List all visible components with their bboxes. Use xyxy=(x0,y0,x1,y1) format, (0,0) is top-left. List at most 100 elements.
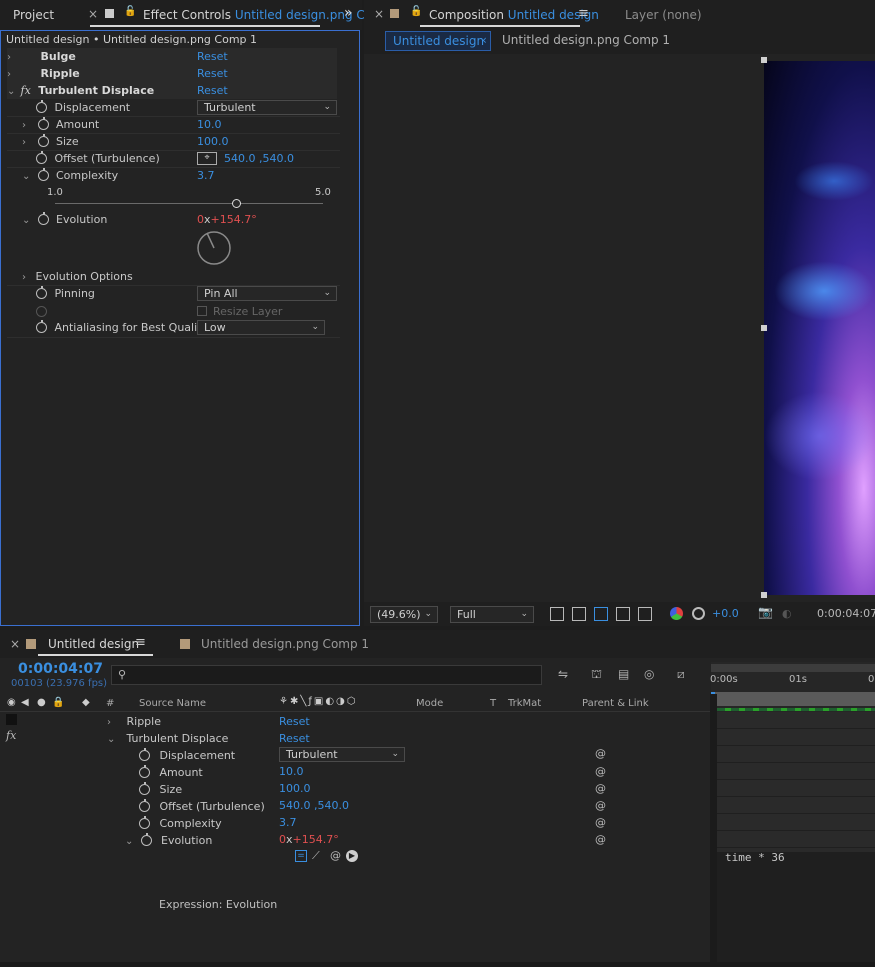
pickwhip-icon[interactable]: @ xyxy=(595,765,606,778)
lock-icon[interactable]: 🔒 xyxy=(52,697,64,708)
expression-pickwhip-icon[interactable]: @ xyxy=(330,849,341,862)
lock-icon[interactable]: 🔓 xyxy=(410,6,422,17)
resolution-dropdown[interactable]: Full ⌄ xyxy=(450,606,534,623)
tl-row-ripple[interactable]: › Ripple xyxy=(107,713,161,730)
expression-menu-icon[interactable]: ▶ xyxy=(346,850,358,862)
chevron-right-icon[interactable]: › xyxy=(22,134,32,151)
show-snapshot-icon[interactable]: ◐ xyxy=(782,607,792,620)
chevron-down-icon[interactable]: ⌄ xyxy=(7,83,17,100)
track-area[interactable] xyxy=(717,712,875,852)
stopwatch-icon[interactable] xyxy=(37,212,49,225)
tl-offset-value[interactable]: 540.0 ,540.0 xyxy=(279,797,349,814)
complexity-value[interactable]: 3.7 xyxy=(197,167,215,184)
close-icon[interactable]: × xyxy=(10,637,20,651)
frame-blend-icon[interactable]: ▤ xyxy=(618,667,629,681)
stopwatch-icon[interactable] xyxy=(140,833,152,846)
label-tag-icon[interactable]: ◆ xyxy=(82,697,90,708)
pickwhip-icon[interactable]: @ xyxy=(595,833,606,846)
stopwatch-icon[interactable] xyxy=(37,134,49,147)
reset-ripple[interactable]: Reset xyxy=(197,65,228,82)
stopwatch-icon[interactable] xyxy=(36,286,47,299)
timeline-tab-active[interactable]: Untitled design xyxy=(48,637,139,651)
channels-icon[interactable] xyxy=(670,607,683,620)
chevron-right-icon[interactable]: › xyxy=(22,269,32,286)
effect-turbulent-displace[interactable]: ⌄ fx Turbulent Displace xyxy=(7,82,337,99)
reset-bulge[interactable]: Reset xyxy=(197,48,228,65)
close-icon[interactable]: × xyxy=(374,7,384,21)
displacement-dropdown[interactable]: Turbulent ⌄ xyxy=(197,100,337,115)
lock-icon[interactable]: 🔓 xyxy=(124,6,136,17)
tl-reset-ripple[interactable]: Reset xyxy=(279,713,310,730)
expression-enable-icon[interactable]: = xyxy=(295,850,307,862)
comp-flowchart-icon[interactable]: ⇋ xyxy=(558,667,568,681)
transparency-grid-icon[interactable] xyxy=(572,607,586,621)
stopwatch-icon[interactable] xyxy=(36,151,47,164)
chevron-down-icon[interactable]: ⌄ xyxy=(22,168,32,185)
fx-icon[interactable]: fx xyxy=(6,729,16,742)
stopwatch-icon[interactable] xyxy=(139,816,150,829)
tab-project[interactable]: Project xyxy=(13,8,54,22)
stopwatch-icon[interactable] xyxy=(139,748,150,761)
close-icon[interactable]: × xyxy=(88,7,98,21)
evolution-value[interactable]: 0x+154.7° xyxy=(197,211,257,228)
tl-size-value[interactable]: 100.0 xyxy=(279,780,311,797)
tl-complexity-value[interactable]: 3.7 xyxy=(279,814,297,831)
exposure-value[interactable]: +0.0 xyxy=(712,607,739,620)
fast-preview-icon[interactable] xyxy=(550,607,564,621)
expression-code[interactable]: time * 36 xyxy=(725,851,785,864)
pickwhip-icon[interactable]: @ xyxy=(595,747,606,760)
panel-menu-icon[interactable] xyxy=(390,9,399,18)
stopwatch-icon[interactable] xyxy=(139,799,150,812)
chevron-right-icon[interactable]: › xyxy=(7,49,17,66)
antialias-dropdown[interactable]: Low ⌄ xyxy=(197,320,325,335)
fx-icon[interactable]: fx xyxy=(21,84,31,97)
tab-layer[interactable]: Layer (none) xyxy=(625,8,702,22)
mask-visibility-icon[interactable] xyxy=(594,607,608,621)
size-value[interactable]: 100.0 xyxy=(197,133,229,150)
pickwhip-icon[interactable]: @ xyxy=(595,782,606,795)
stopwatch-icon[interactable] xyxy=(37,117,49,130)
graph-editor-icon[interactable]: ⧄ xyxy=(677,667,685,682)
overflow-icon[interactable]: » xyxy=(344,5,353,21)
handle-mid-left[interactable] xyxy=(761,325,767,331)
stopwatch-icon[interactable] xyxy=(36,320,47,333)
chevron-down-icon[interactable]: ⌄ xyxy=(125,833,135,850)
timeline-timecode[interactable]: 0:00:04:07 xyxy=(18,661,103,677)
tab-composition[interactable]: Composition Untitled design xyxy=(429,8,599,22)
stopwatch-icon[interactable] xyxy=(139,782,150,795)
chevron-down-icon[interactable]: ⌄ xyxy=(22,212,32,229)
breadcrumb-comp[interactable]: Untitled design.png Comp 1 xyxy=(502,33,670,47)
breadcrumb-active[interactable]: Untitled design ‹ xyxy=(385,31,491,51)
tl-evolution-value[interactable]: 0x+154.7° xyxy=(279,831,339,848)
exposure-reset-icon[interactable] xyxy=(692,607,705,620)
tab-effect-controls[interactable]: Effect Controls Untitled design.png C xyxy=(143,8,365,22)
hamburger-icon[interactable]: ≡ xyxy=(578,6,589,21)
reset-turbulent[interactable]: Reset xyxy=(197,82,228,99)
region-of-interest-icon[interactable] xyxy=(616,607,630,621)
handle-top-left[interactable] xyxy=(761,57,767,63)
crosshair-icon[interactable]: ⌖ xyxy=(197,152,217,165)
timeline-tab-comp[interactable]: Untitled design.png Comp 1 xyxy=(201,637,369,651)
panel-menu-icon[interactable] xyxy=(105,9,114,18)
column-source-name[interactable]: Source Name xyxy=(139,698,206,709)
work-area-bar[interactable] xyxy=(711,664,875,672)
hamburger-icon[interactable]: ≡ xyxy=(135,635,146,650)
switches-icons[interactable]: ⚘✱╲ƒ▣◐◑⬡ xyxy=(279,696,358,707)
stopwatch-icon[interactable] xyxy=(139,765,150,778)
tl-row-turbulent[interactable]: ⌄ Turbulent Displace xyxy=(107,730,228,747)
expression-graph-icon[interactable]: ⟋ xyxy=(312,849,320,863)
effect-ripple[interactable]: › Ripple xyxy=(7,65,337,82)
zoom-dropdown[interactable]: (49.6%) ⌄ xyxy=(370,606,438,623)
pinning-dropdown[interactable]: Pin All ⌄ xyxy=(197,286,337,301)
prop-evolution-options[interactable]: › Evolution Options xyxy=(22,268,133,285)
tl-displacement-dropdown[interactable]: Turbulent ⌄ xyxy=(279,747,405,762)
evolution-angle-dial[interactable] xyxy=(196,230,232,266)
chevron-right-icon[interactable]: › xyxy=(107,714,117,731)
viewer-timecode[interactable]: 0:00:04:07 xyxy=(817,607,875,620)
comp-image[interactable] xyxy=(764,61,875,595)
pickwhip-icon[interactable]: @ xyxy=(595,816,606,829)
chevron-down-icon[interactable]: ⌄ xyxy=(107,731,117,748)
handle-bottom-left[interactable] xyxy=(761,592,767,598)
resize-layer-checkbox[interactable] xyxy=(197,306,207,316)
pickwhip-icon[interactable]: @ xyxy=(595,799,606,812)
